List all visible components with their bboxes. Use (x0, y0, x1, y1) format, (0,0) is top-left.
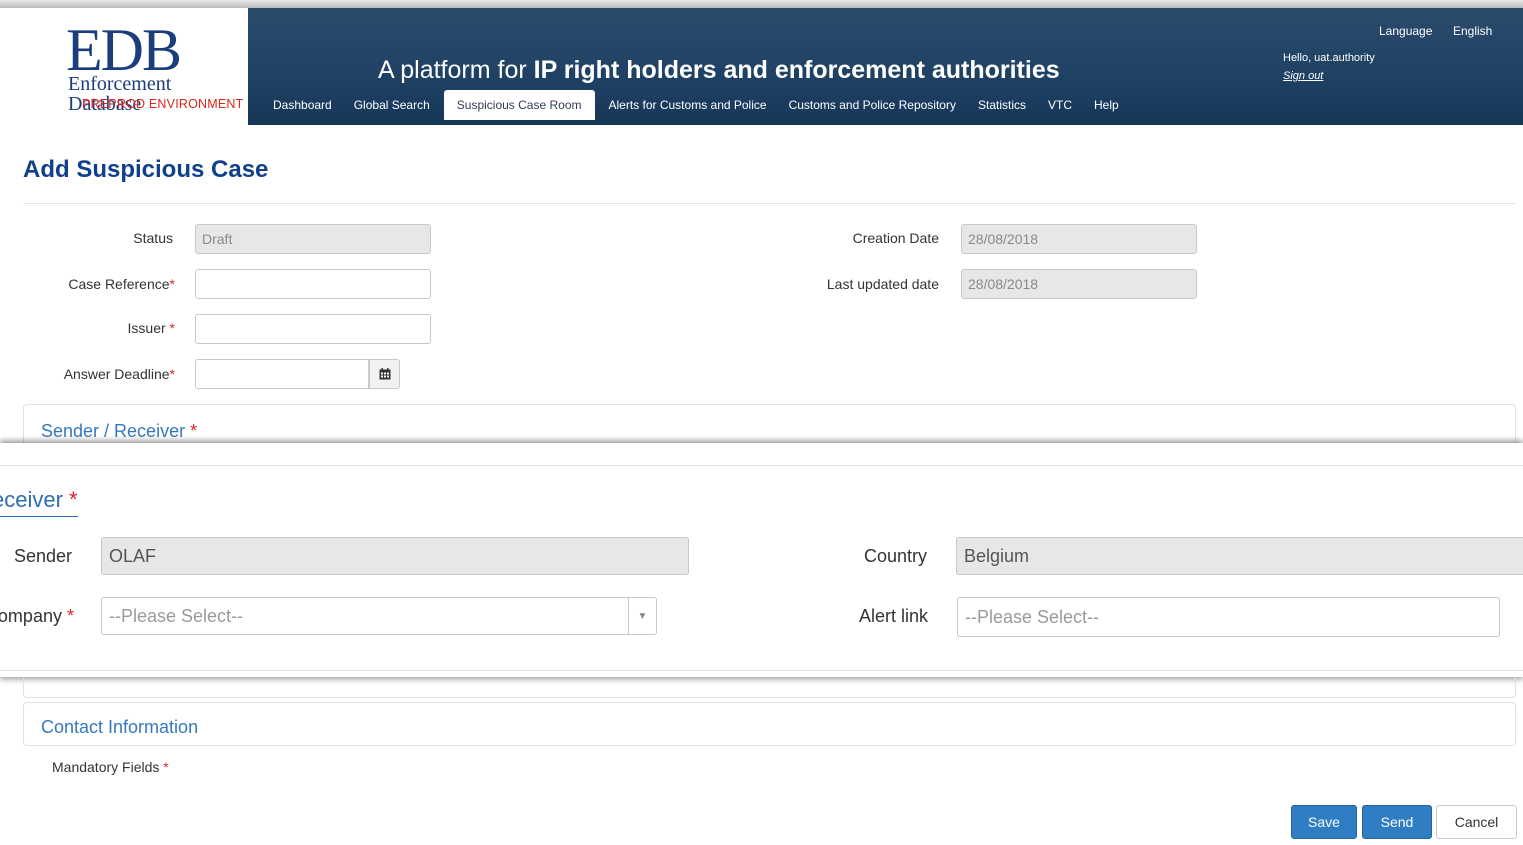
required-mark: * (169, 276, 175, 292)
save-button[interactable]: Save (1291, 805, 1357, 839)
logo-title: EDB (66, 17, 182, 83)
sender-receiver-panel (23, 404, 1516, 446)
sender-receiver-panel-bottom (23, 677, 1516, 698)
send-button[interactable]: Send (1362, 805, 1432, 839)
nav-suspicious-case-room[interactable]: Suspicious Case Room (443, 90, 595, 120)
mandatory-fields-note: Mandatory Fields * (52, 759, 169, 775)
platform-tagline: A platform for IP right holders and enfo… (378, 56, 1060, 84)
required-mark: * (69, 487, 78, 512)
contact-information-panel (23, 702, 1516, 746)
inset-divider-bottom (0, 670, 1523, 671)
alert-link-label: Alert link (858, 606, 928, 626)
issuer-label-text: Issuer (127, 320, 166, 336)
answer-deadline-label: Answer Deadline* (64, 366, 175, 382)
mandatory-fields-text: Mandatory Fields (52, 759, 160, 775)
answer-deadline-label-text: Answer Deadline (63, 366, 170, 382)
top-border (0, 0, 1523, 8)
case-reference-label-text: Case Reference (68, 276, 170, 292)
country-label: Country (863, 546, 927, 566)
required-mark: * (190, 421, 198, 441)
company-select-value: --Please Select-- (109, 605, 244, 626)
last-updated-field: 28/08/2018 (961, 269, 1197, 299)
language-label: Language (1379, 24, 1433, 38)
sender-receiver-title-text: Sender / Receiver (41, 421, 186, 441)
issuer-input[interactable] (195, 314, 431, 344)
case-reference-label: Case Reference* (68, 276, 175, 292)
required-mark: * (66, 606, 74, 626)
sender-receiver-title[interactable]: Sender / Receiver * (41, 421, 197, 442)
alert-link-select[interactable]: --Please Select-- (957, 597, 1500, 637)
title-divider (23, 203, 1516, 204)
answer-deadline-input[interactable] (195, 359, 369, 389)
main-nav: Dashboard Global Search Suspicious Case … (262, 90, 1130, 120)
calendar-button[interactable] (369, 359, 400, 389)
required-mark: * (163, 759, 169, 775)
page-title: Add Suspicious Case (23, 156, 269, 183)
creation-date-label: Creation Date (852, 230, 939, 246)
signout-link[interactable]: Sign out (1283, 70, 1323, 82)
last-updated-label: Last updated date (826, 276, 939, 292)
inset-divider-top (0, 465, 1523, 466)
nav-statistics[interactable]: Statistics (967, 90, 1037, 120)
contact-information-title[interactable]: Contact Information (41, 717, 198, 738)
tagline-bold: IP right holders and enforcement authori… (533, 56, 1060, 84)
nav-help[interactable]: Help (1083, 90, 1130, 120)
nav-alerts-customs-police[interactable]: Alerts for Customs and Police (598, 90, 778, 120)
environment-badge: PREPROD ENVIRONMENT (82, 97, 244, 111)
company-label-text: ompany (0, 606, 62, 626)
case-reference-input[interactable] (195, 269, 431, 299)
edb-logo[interactable]: EDB Enforcement Database PREPROD ENVIRON… (8, 8, 248, 125)
user-greeting: Hello, uat.authority (1283, 52, 1375, 64)
sender-field: OLAF (101, 537, 689, 575)
dropdown-arrow-icon: ▼ (628, 598, 656, 634)
zoom-inset: eceiver * Sender OLAF Country Belgium om… (0, 443, 1523, 677)
issuer-label: Issuer * (128, 320, 175, 336)
required-mark: * (169, 320, 175, 336)
nav-dashboard[interactable]: Dashboard (262, 90, 343, 120)
nav-global-search[interactable]: Global Search (343, 90, 441, 120)
logo-subtitle-line1: Enforcement (68, 73, 172, 95)
creation-date-field: 28/08/2018 (961, 224, 1197, 254)
inset-sender-receiver-title[interactable]: eceiver * (0, 487, 78, 517)
country-field: Belgium (956, 537, 1523, 575)
status-label: Status (133, 230, 173, 246)
required-mark: * (169, 366, 175, 382)
company-select[interactable]: --Please Select-- ▼ (101, 597, 657, 635)
status-field: Draft (195, 224, 431, 254)
inset-title-text: eceiver (0, 487, 63, 512)
calendar-icon (379, 368, 390, 380)
company-label: ompany * (0, 606, 74, 627)
nav-customs-police-repository[interactable]: Customs and Police Repository (778, 90, 967, 120)
sender-label: Sender (13, 546, 72, 566)
cancel-button[interactable]: Cancel (1436, 805, 1517, 839)
nav-vtc[interactable]: VTC (1037, 90, 1083, 120)
language-selector[interactable]: English (1453, 24, 1492, 38)
tagline-prefix: A platform for (378, 56, 534, 84)
